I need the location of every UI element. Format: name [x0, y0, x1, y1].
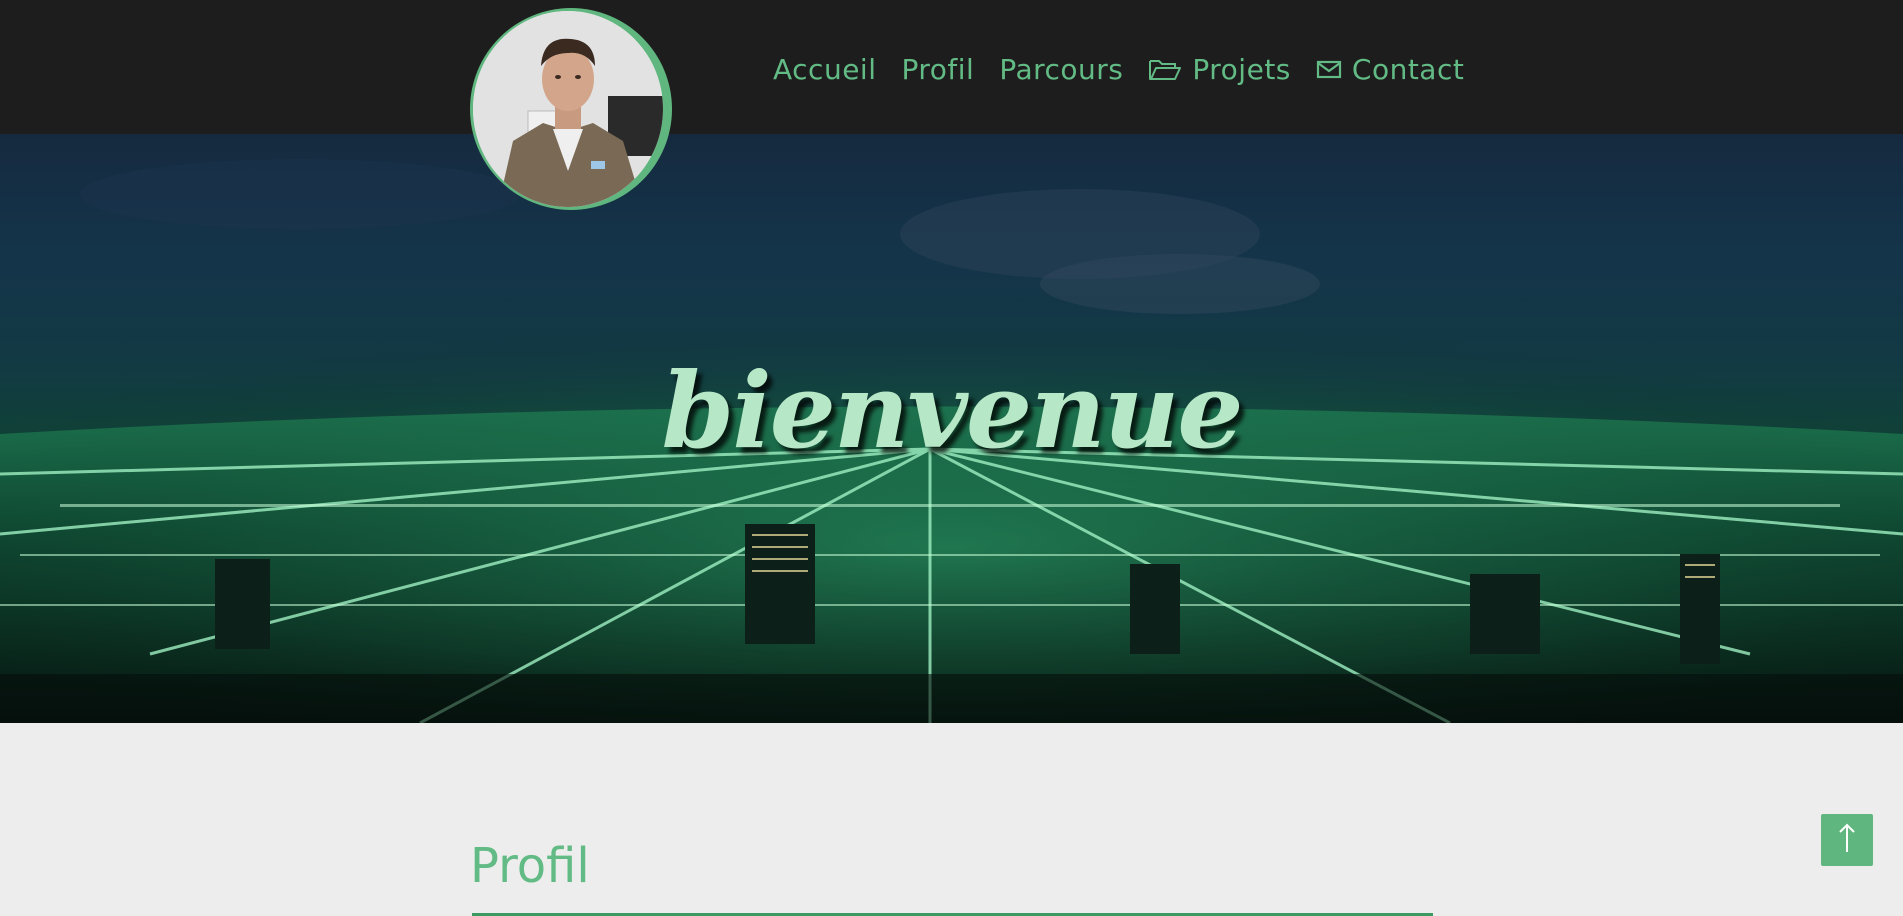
- hero-banner: bienvenue: [0, 134, 1903, 723]
- arrow-up-icon: [1837, 822, 1857, 858]
- folder-open-icon: [1148, 58, 1182, 82]
- nav-item-parcours[interactable]: Parcours: [999, 52, 1123, 88]
- avatar[interactable]: [470, 8, 672, 210]
- nav-item-accueil[interactable]: Accueil: [773, 52, 876, 88]
- avatar-photo: [473, 11, 663, 207]
- envelope-icon: [1316, 60, 1342, 80]
- nav-item-label: Contact: [1351, 53, 1465, 86]
- nav-item-label: Parcours: [999, 53, 1124, 86]
- nav-item-label: Accueil: [773, 53, 877, 86]
- scroll-to-top-button[interactable]: [1821, 814, 1873, 866]
- nav-item-contact[interactable]: Contact: [1316, 52, 1464, 88]
- top-navbar: Accueil Profil Parcours Projets Contact: [0, 0, 1903, 134]
- hero-title: bienvenue: [661, 349, 1244, 472]
- nav-item-profil[interactable]: Profil: [901, 52, 974, 88]
- nav-item-label: Profil: [901, 53, 975, 86]
- nav-item-label: Projets: [1192, 53, 1291, 86]
- section-title: Profil: [470, 838, 590, 894]
- nav-item-projets[interactable]: Projets: [1148, 52, 1291, 88]
- main-nav: Accueil Profil Parcours Projets Contact: [773, 52, 1489, 88]
